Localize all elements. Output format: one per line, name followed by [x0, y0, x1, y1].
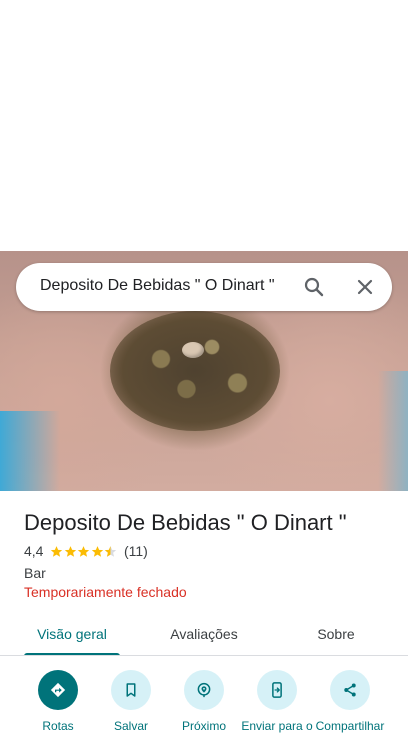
review-count[interactable]: (11)	[124, 543, 148, 559]
action-label: Rotas	[42, 719, 74, 733]
rating-row[interactable]: 4,4 (11)	[24, 543, 148, 559]
nearby-icon	[197, 682, 211, 698]
bookmark-icon	[126, 683, 136, 697]
place-category: Bar	[24, 565, 46, 581]
directions-button-circle[interactable]	[38, 670, 78, 710]
place-title: Deposito De Bebidas " O Dinart "	[24, 510, 347, 535]
tab-bar: Visão geral Avaliações Sobre	[0, 612, 408, 656]
tab-about[interactable]: Sobre	[288, 612, 384, 656]
action-label: Próximo	[181, 719, 226, 733]
star-icon	[51, 545, 63, 557]
photo-detail	[182, 342, 204, 358]
star-icon	[64, 545, 77, 557]
star-rating	[50, 545, 118, 558]
directions-icon	[50, 682, 66, 698]
save-button[interactable]: Salvar	[94, 670, 168, 733]
share-button-circle[interactable]	[330, 670, 370, 710]
tab-reviews[interactable]: Avaliações	[156, 612, 252, 656]
share-icon	[344, 683, 356, 697]
share-button[interactable]: Compartilhar	[313, 670, 387, 733]
tab-label: Visão geral	[37, 626, 107, 642]
photo-detail	[378, 371, 408, 491]
star-half-icon	[105, 545, 117, 557]
star-icon	[78, 545, 90, 557]
search-input[interactable]: Deposito De Bebidas " O Dinart "	[40, 277, 275, 295]
tab-label: Sobre	[317, 626, 355, 642]
rating-value: 4,4	[24, 543, 44, 559]
search-bar[interactable]: Deposito De Bebidas " O Dinart "	[16, 263, 392, 311]
status-badge: Temporariamente fechado	[24, 584, 187, 600]
photo-detail	[0, 411, 60, 491]
action-bar: Rotas Salvar Próximo Enviar para o Compa…	[0, 670, 408, 742]
tab-label: Avaliações	[170, 626, 238, 642]
directions-button[interactable]: Rotas	[21, 670, 95, 733]
nearby-button[interactable]: Próximo	[167, 670, 241, 733]
photo-detail	[110, 311, 280, 431]
send-to-phone-icon	[272, 682, 282, 698]
nearby-button-circle[interactable]	[184, 670, 224, 710]
divider	[0, 655, 408, 656]
search-icon[interactable]	[302, 275, 326, 299]
action-label: Salvar	[113, 719, 148, 733]
save-button-circle[interactable]	[111, 670, 151, 710]
action-label: Enviar para o	[241, 719, 313, 733]
action-label: Compartilhar	[315, 719, 385, 733]
tab-overview[interactable]: Visão geral	[24, 612, 120, 656]
send-to-phone-button[interactable]: Enviar para o	[240, 670, 314, 733]
close-icon[interactable]	[353, 275, 377, 299]
star-icon	[91, 545, 104, 557]
send-to-phone-button-circle[interactable]	[257, 670, 297, 710]
